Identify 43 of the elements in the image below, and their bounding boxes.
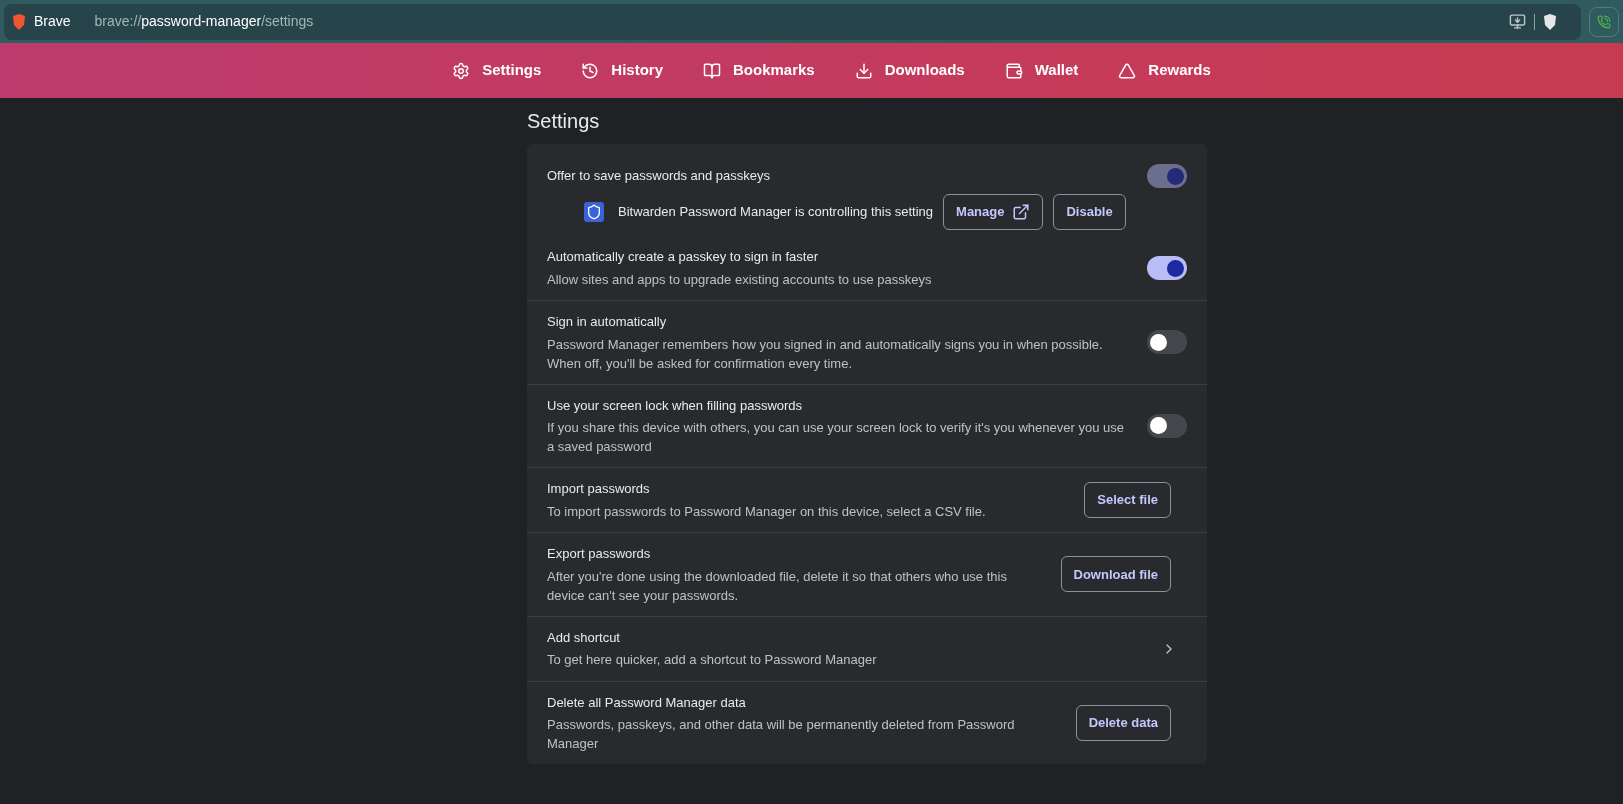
page-title: Settings — [527, 109, 601, 134]
history-icon — [581, 61, 600, 80]
external-link-icon — [1012, 203, 1031, 221]
action-button[interactable]: Delete data — [1075, 704, 1171, 741]
setting-title: Automatically create a passkey to sign in faster — [547, 248, 819, 267]
nav-link[interactable]: Bookmarks — [703, 59, 815, 82]
nav-link[interactable]: Rewards — [1118, 59, 1211, 82]
setting-description: If you share this device with others, you can use your screen lock to verify it's you whenever you use a saved password — [547, 419, 1125, 456]
setting-description: To get here quicker, add a shortcut to Password Manager — [547, 651, 878, 670]
setting-title: Import passwords — [547, 480, 651, 499]
setting-description: Passwords, passkeys, and other data will be permanently deleted from Password Manager — [547, 716, 1016, 753]
address-bar[interactable]: Brave brave://password-manager/settings — [4, 3, 1581, 40]
setting-description: Password Manager remembers how you signed in and automatically signs you in when possible. When off, you'll be asked for confirmation every time. — [547, 335, 1104, 373]
install-app-icon[interactable] — [1509, 13, 1526, 30]
extension-notice: Bitwarden Password Manager is controlling this setting — [618, 203, 934, 222]
wallet-icon — [1004, 61, 1023, 80]
toggle-switch[interactable] — [1147, 330, 1187, 355]
shield-icon — [584, 202, 604, 222]
setting-title: Delete all Password Manager data — [547, 693, 747, 712]
action-button[interactable]: Download file — [1060, 556, 1171, 593]
nav-link[interactable]: History — [581, 59, 663, 82]
toggle-switch[interactable] — [1147, 256, 1187, 280]
setting-title: Use your screen lock when filling passwords — [547, 396, 804, 415]
book-icon — [703, 61, 721, 80]
site-label: Brave — [34, 12, 71, 31]
url-text: brave://password-manager/settings — [94, 12, 314, 31]
download-icon — [854, 61, 873, 80]
setting-title: Export passwords — [547, 545, 652, 563]
setting-description: To import passwords to Password Manager on this device, select a CSV file. — [547, 502, 987, 521]
setting-title: Sign in automatically — [547, 313, 668, 331]
action-button[interactable]: Select file — [1084, 482, 1171, 518]
setting-description: After you're done using the downloaded file, delete it so that others who use this device can't see your passwords. — [547, 567, 1008, 605]
setting-title: Add shortcut — [547, 628, 621, 647]
extension-button[interactable] — [1589, 6, 1619, 37]
setting-description: Allow sites and apps to upgrade existing accounts to use passkeys — [547, 270, 933, 289]
triangle-icon — [1118, 61, 1137, 80]
settings-icon — [452, 61, 471, 80]
nav-link[interactable]: Settings — [452, 59, 542, 82]
nav-link[interactable]: Wallet — [1004, 59, 1079, 82]
setting-title: Offer to save passwords and passkeys — [547, 167, 772, 186]
toggle-switch[interactable] — [1147, 413, 1187, 438]
phone-icon — [1597, 14, 1611, 29]
nav-link[interactable]: Downloads — [854, 59, 965, 82]
